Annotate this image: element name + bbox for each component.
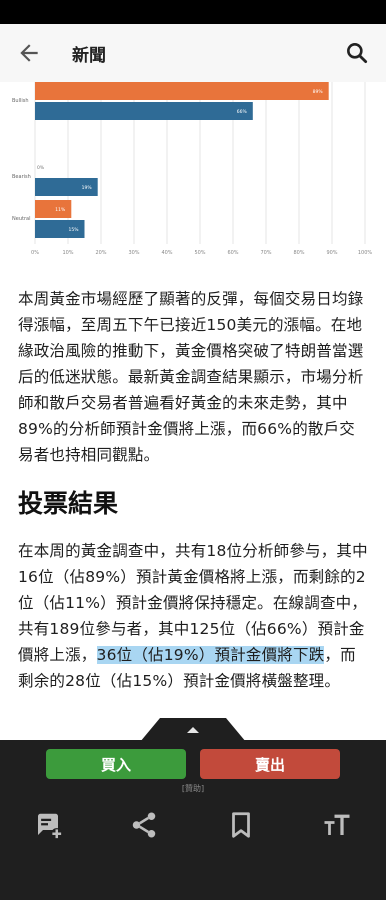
x-tick-label: 30% — [128, 250, 139, 256]
bar-data-label: 15% — [68, 227, 79, 233]
bottom-toolbar: 買入 賣出 [贊助] — [0, 740, 386, 900]
app-bar: 新聞 — [0, 24, 386, 82]
category-label: Neutral — [12, 216, 30, 222]
x-tick-label: 0% — [31, 250, 39, 256]
bar — [35, 102, 253, 120]
bar-data-label: 0% — [37, 165, 45, 171]
bar-data-label: 66% — [237, 109, 248, 115]
category-label: Bullish — [12, 98, 29, 104]
search-icon[interactable] — [344, 40, 370, 66]
font-size-icon[interactable] — [322, 810, 352, 840]
sponsored-label: [贊助] — [181, 784, 205, 793]
share-icon[interactable] — [129, 810, 159, 840]
status-bar — [0, 0, 386, 24]
bar — [35, 82, 329, 100]
x-tick-label: 70% — [260, 250, 271, 256]
section-heading: 投票結果 — [18, 489, 119, 518]
bar-data-label: 19% — [82, 185, 93, 191]
chart-svg: 0% 10% 20% 30% 40% 50% 60% 70% 80% 90% 100% Bullish… — [12, 82, 373, 256]
x-tick-label: 80% — [293, 250, 304, 256]
x-tick-label: 40% — [161, 250, 172, 256]
page-title: 新聞 — [72, 46, 106, 66]
sell-button[interactable]: 賣出 — [200, 749, 340, 779]
back-arrow-icon[interactable] — [16, 40, 42, 66]
comment-add-icon[interactable] — [33, 810, 63, 840]
bar-data-label: 11% — [55, 207, 66, 213]
x-tick-label: 90% — [326, 250, 337, 256]
x-tick-label: 50% — [194, 250, 205, 256]
highlighted-text[interactable]: 36位（佔19%）預計金價將下跌 — [96, 646, 325, 664]
bar — [35, 200, 72, 218]
category-label: Bearish — [12, 174, 31, 180]
article-paragraph-1: 本周黃金市場經歷了顯著的反彈，每個交易日均錄得漲幅，至周五下午已接近150美元的… — [18, 290, 364, 464]
bookmark-icon[interactable] — [226, 810, 256, 840]
bar-data-label: 89% — [313, 89, 324, 95]
expand-toolbar-tab[interactable] — [140, 718, 246, 742]
x-tick-label: 60% — [227, 250, 238, 256]
x-tick-label: 100% — [358, 250, 373, 256]
x-tick-label: 10% — [62, 250, 73, 256]
article-paragraph-2: 在本周的黃金調查中，共有18位分析師參与，其中16位（佔89%）預計黃金價格將上… — [18, 538, 370, 694]
x-tick-label: 20% — [95, 250, 106, 256]
survey-bar-chart: 0% 10% 20% 30% 40% 50% 60% 70% 80% 90% 100% Bullish… — [0, 82, 386, 272]
buy-button[interactable]: 買入 — [46, 749, 186, 779]
